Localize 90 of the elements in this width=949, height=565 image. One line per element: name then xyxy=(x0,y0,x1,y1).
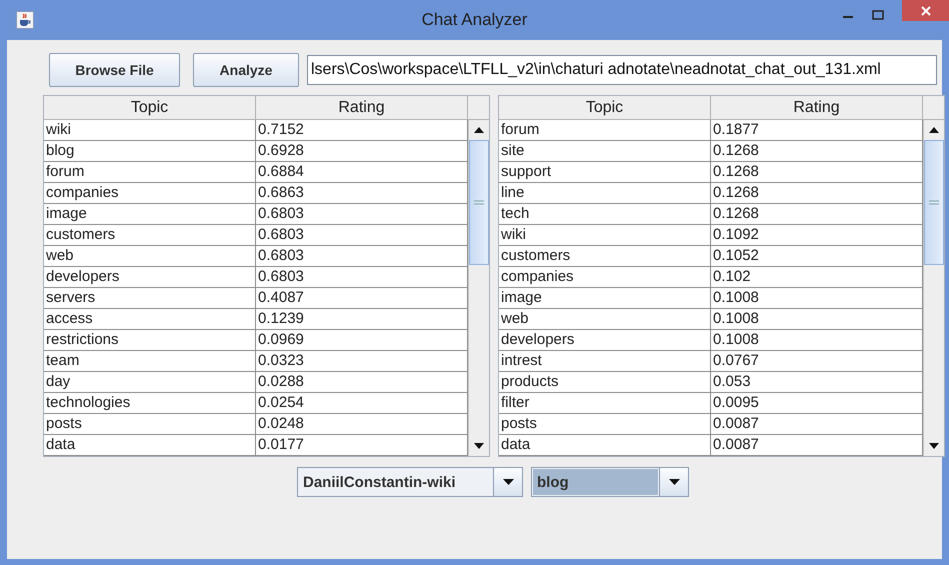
table-cell: line xyxy=(499,183,711,204)
analyze-button[interactable]: Analyze xyxy=(193,53,299,87)
table-cell: image xyxy=(499,288,711,309)
table-cell: customers xyxy=(44,225,256,246)
close-button[interactable] xyxy=(902,0,949,21)
table-cell: developers xyxy=(44,267,256,288)
table-cell: 0.1268 xyxy=(711,204,923,225)
browse-button[interactable]: Browse File xyxy=(49,53,180,87)
dropdown-arrow-icon xyxy=(502,479,514,485)
table-cell: wiki xyxy=(499,225,711,246)
table-cell: 0.1052 xyxy=(711,246,923,267)
table-cell: 0.1268 xyxy=(711,162,923,183)
table-cell: 0.6884 xyxy=(256,162,468,183)
scroll-down-icon[interactable] xyxy=(474,443,484,449)
close-icon xyxy=(920,6,930,16)
table-cell: day xyxy=(44,372,256,393)
scroll-up-icon[interactable] xyxy=(929,127,939,133)
maximize-icon[interactable] xyxy=(872,10,884,20)
table-cell: 0.1877 xyxy=(711,120,923,141)
table-cell: image xyxy=(44,204,256,225)
table-cell: 0.4087 xyxy=(256,288,468,309)
table-cell: data xyxy=(499,435,711,456)
table-cell: 0.0254 xyxy=(256,393,468,414)
grip-icon xyxy=(474,200,484,205)
table-cell: data xyxy=(44,435,256,456)
table-cell: 0.0288 xyxy=(256,372,468,393)
table-cell: companies xyxy=(44,183,256,204)
table-cell: web xyxy=(499,309,711,330)
column-header[interactable]: Topic xyxy=(499,96,711,120)
scroll-up-icon[interactable] xyxy=(474,127,484,133)
table-cell: tech xyxy=(499,204,711,225)
table-cell: support xyxy=(499,162,711,183)
table-cell: filter xyxy=(499,393,711,414)
table-cell: 0.0087 xyxy=(711,435,923,456)
scrollbar[interactable] xyxy=(923,120,944,456)
scroll-down-icon[interactable] xyxy=(929,443,939,449)
table-cell: 0.1008 xyxy=(711,288,923,309)
table-cell: technologies xyxy=(44,393,256,414)
table-cell: customers xyxy=(499,246,711,267)
table-cell: 0.0969 xyxy=(256,330,468,351)
table-cell: products xyxy=(499,372,711,393)
coffee-cup-icon xyxy=(16,11,34,29)
dropdown[interactable]: DaniilConstantin-wiki xyxy=(297,467,523,497)
table-cell: access xyxy=(44,309,256,330)
table-cell: 0.1268 xyxy=(711,183,923,204)
table-cell: site xyxy=(499,141,711,162)
column-header[interactable]: Topic xyxy=(44,96,256,120)
table-cell: forum xyxy=(44,162,256,183)
table-cell: team xyxy=(44,351,256,372)
table-cell: posts xyxy=(499,414,711,435)
table-cell: 0.7152 xyxy=(256,120,468,141)
column-header[interactable]: Rating xyxy=(256,96,468,120)
table-cell: posts xyxy=(44,414,256,435)
dropdown-arrow-icon xyxy=(668,479,680,485)
table-cell: web xyxy=(44,246,256,267)
table-cell: developers xyxy=(499,330,711,351)
table-cell: forum xyxy=(499,120,711,141)
scroll-thumb[interactable] xyxy=(469,140,489,265)
table-cell: 0.6803 xyxy=(256,267,468,288)
table-cell: 0.0248 xyxy=(256,414,468,435)
table-cell: 0.1008 xyxy=(711,330,923,351)
table-cell: 0.6803 xyxy=(256,204,468,225)
dropdown[interactable]: blog xyxy=(531,467,689,497)
table-cell: 0.0323 xyxy=(256,351,468,372)
table-cell: servers xyxy=(44,288,256,309)
column-header[interactable]: Rating xyxy=(711,96,923,120)
table-cell: companies xyxy=(499,267,711,288)
table-cell: intrest xyxy=(499,351,711,372)
table-cell: blog xyxy=(44,141,256,162)
table-cell: 0.0087 xyxy=(711,414,923,435)
table-cell: restrictions xyxy=(44,330,256,351)
scroll-thumb[interactable] xyxy=(924,140,944,265)
table-cell: 0.102 xyxy=(711,267,923,288)
window-title: Chat Analyzer xyxy=(422,10,528,30)
scrollbar[interactable] xyxy=(468,120,489,456)
table-cell: 0.1092 xyxy=(711,225,923,246)
file-path-field[interactable]: lsers\Cos\workspace\LTFLL_v2\in\chaturi adnotate\neadnotat_chat_out_131.xml xyxy=(307,55,937,85)
table-cell: 0.0177 xyxy=(256,435,468,456)
table-cell: 0.053 xyxy=(711,372,923,393)
table-cell: 0.6928 xyxy=(256,141,468,162)
table-cell: wiki xyxy=(44,120,256,141)
table-cell: 0.0767 xyxy=(711,351,923,372)
table-cell: 0.1008 xyxy=(711,309,923,330)
table-cell: 0.1268 xyxy=(711,141,923,162)
table-cell: 0.6803 xyxy=(256,246,468,267)
grip-icon xyxy=(929,200,939,205)
table-cell: 0.1239 xyxy=(256,309,468,330)
table-cell: 0.6863 xyxy=(256,183,468,204)
table-cell: 0.6803 xyxy=(256,225,468,246)
table-cell: 0.0095 xyxy=(711,393,923,414)
